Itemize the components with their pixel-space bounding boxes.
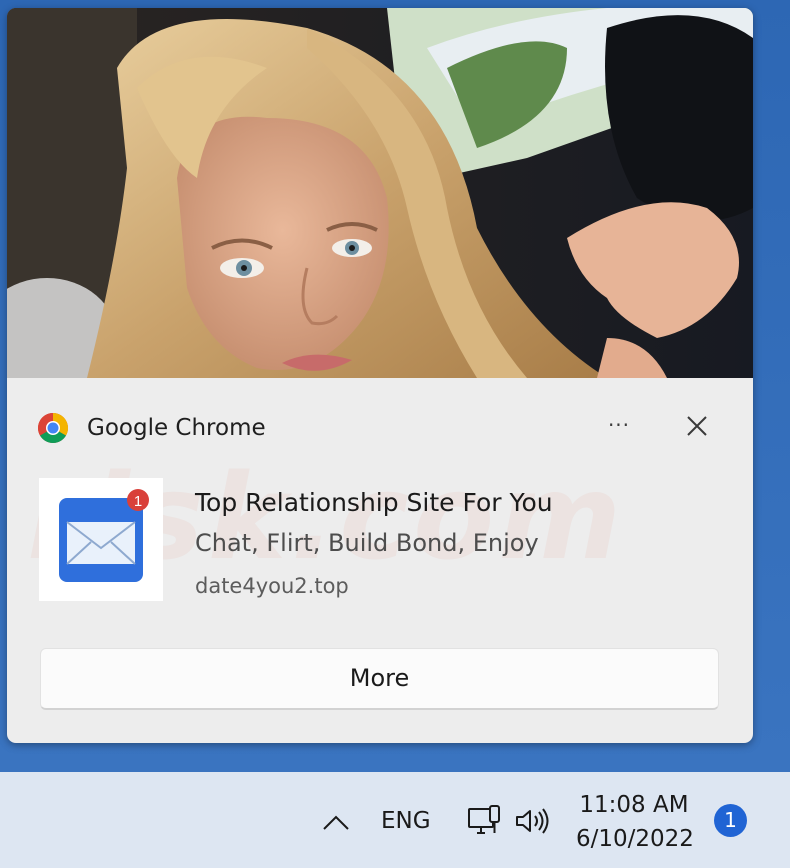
clock-date: 6/10/2022 (576, 826, 694, 852)
chrome-icon (37, 413, 69, 444)
more-button[interactable]: More (40, 648, 719, 710)
notification-hero-image[interactable] (7, 8, 753, 378)
notification-source: date4you2.top (195, 574, 349, 598)
app-name: Google Chrome (87, 415, 266, 441)
close-icon[interactable] (679, 408, 715, 444)
notification-content: Top Relationship Site For You Chat, Flir… (195, 486, 553, 598)
language-indicator[interactable]: ENG (381, 808, 431, 834)
chevron-up-icon[interactable] (320, 808, 352, 836)
notification-header: Google Chrome (37, 412, 266, 444)
mail-badge-count: 1 (134, 493, 142, 510)
notification-title: Top Relationship Site For You (195, 488, 553, 517)
mail-icon: 1 (59, 489, 149, 582)
more-options-button[interactable]: ··· (601, 408, 637, 442)
notification-body: Chat, Flirt, Build Bond, Enjoy (195, 529, 539, 557)
network-icon[interactable] (466, 803, 502, 839)
clock-time: 11:08 AM (579, 792, 689, 818)
volume-icon[interactable] (514, 806, 552, 836)
notification-toast[interactable]: risk.com Google Chrome ··· 1 Top Relatio… (7, 8, 753, 743)
taskbar-clock[interactable]: 11:08 AM 6/10/2022 (576, 788, 694, 856)
notification-thumbnail: 1 (39, 478, 163, 601)
notification-center-badge[interactable]: 1 (714, 804, 747, 837)
